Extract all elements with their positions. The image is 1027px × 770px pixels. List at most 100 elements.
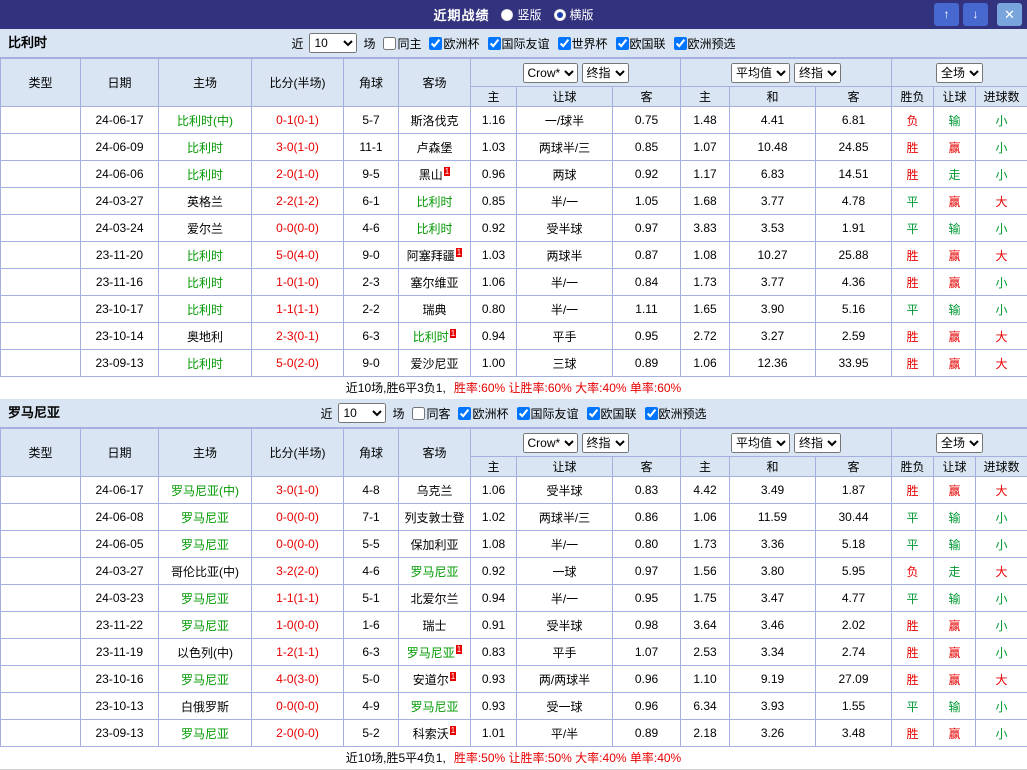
games-count-select[interactable]: 10 xyxy=(338,403,386,423)
home-team-link[interactable]: 罗马尼亚 xyxy=(181,538,229,552)
away-team-link[interactable]: 比利时 xyxy=(413,330,449,344)
match-type-cell[interactable]: 国际友谊 xyxy=(1,531,81,558)
layout-radio-horizontal[interactable]: 横版 xyxy=(554,6,594,23)
match-type-cell[interactable]: 国际友谊 xyxy=(1,134,81,161)
layout-radio-vertical[interactable]: 竖版 xyxy=(501,6,541,23)
home-team-link[interactable]: 以色列(中) xyxy=(177,646,233,660)
away-team-link[interactable]: 保加利亚 xyxy=(410,538,458,552)
bookmaker-select[interactable]: Crow* xyxy=(523,433,578,453)
score-link[interactable]: 3-0(1-0) xyxy=(276,140,319,154)
checkbox-world-cup[interactable] xyxy=(558,37,571,50)
home-team-link[interactable]: 比利时 xyxy=(187,141,223,155)
home-team-link[interactable]: 比利时 xyxy=(187,303,223,317)
home-team-link[interactable]: 奥地利 xyxy=(187,330,223,344)
filter-checkbox-euro-cup[interactable]: 欧洲杯 xyxy=(453,405,508,422)
away-team-link[interactable]: 瑞士 xyxy=(422,619,446,633)
match-type-cell[interactable]: 欧洲杯 xyxy=(1,720,81,747)
away-team-link[interactable]: 卢森堡 xyxy=(416,141,452,155)
away-team-link[interactable]: 塞尔维亚 xyxy=(410,276,458,290)
match-type-cell[interactable]: 欧洲杯 xyxy=(1,612,81,639)
scope-select[interactable]: 全场 xyxy=(936,433,983,453)
score-link[interactable]: 1-0(1-0) xyxy=(276,275,319,289)
score-link[interactable]: 0-0(0-0) xyxy=(276,537,319,551)
score-link[interactable]: 5-0(2-0) xyxy=(276,356,319,370)
checkbox-euro-qualifiers[interactable] xyxy=(674,37,687,50)
away-team-link[interactable]: 北爱尔兰 xyxy=(410,592,458,606)
match-type-cell[interactable]: 欧洲杯 xyxy=(1,242,81,269)
average-final-select[interactable]: 终指 xyxy=(794,63,841,83)
away-team-link[interactable]: 列支敦士登 xyxy=(404,511,464,525)
match-type-cell[interactable]: 国际友谊 xyxy=(1,585,81,612)
away-team-link[interactable]: 斯洛伐克 xyxy=(410,114,458,128)
checkbox-euro-qualifiers[interactable] xyxy=(645,407,658,420)
checkbox-nations-league[interactable] xyxy=(587,407,600,420)
score-link[interactable]: 1-2(1-1) xyxy=(276,645,319,659)
bookmaker-final-select[interactable]: 终指 xyxy=(582,63,629,83)
score-link[interactable]: 2-3(0-1) xyxy=(276,329,319,343)
bookmaker-final-select[interactable]: 终指 xyxy=(582,433,629,453)
home-team-link[interactable]: 罗马尼亚 xyxy=(181,592,229,606)
away-team-link[interactable]: 爱沙尼亚 xyxy=(410,357,458,371)
home-team-link[interactable]: 罗马尼亚 xyxy=(181,673,229,687)
home-team-link[interactable]: 罗马尼亚 xyxy=(181,511,229,525)
filter-checkbox-nations-league[interactable]: 欧国联 xyxy=(611,35,666,52)
score-link[interactable]: 0-1(0-1) xyxy=(276,113,319,127)
home-team-link[interactable]: 比利时(中) xyxy=(177,114,233,128)
average-select[interactable]: 平均值 xyxy=(731,63,790,83)
score-link[interactable]: 1-1(1-1) xyxy=(276,591,319,605)
match-type-cell[interactable]: 欧洲杯 xyxy=(1,323,81,350)
match-type-cell[interactable]: 国际友谊 xyxy=(1,504,81,531)
scope-select[interactable]: 全场 xyxy=(936,63,983,83)
match-type-cell[interactable]: 欧洲杯 xyxy=(1,693,81,720)
match-type-cell[interactable]: 国际友谊 xyxy=(1,188,81,215)
filter-checkbox-euro-cup[interactable]: 欧洲杯 xyxy=(424,35,479,52)
match-type-cell[interactable]: 国际友谊 xyxy=(1,161,81,188)
match-type-cell[interactable]: 欧洲杯 xyxy=(1,107,81,134)
home-team-link[interactable]: 比利时 xyxy=(187,249,223,263)
match-type-cell[interactable]: 欧洲杯 xyxy=(1,639,81,666)
match-type-cell[interactable]: 国际友谊 xyxy=(1,215,81,242)
away-team-link[interactable]: 科索沃 xyxy=(413,727,449,741)
home-team-link[interactable]: 英格兰 xyxy=(187,195,223,209)
home-team-link[interactable]: 比利时 xyxy=(187,357,223,371)
score-link[interactable]: 5-0(4-0) xyxy=(276,248,319,262)
away-team-link[interactable]: 瑞典 xyxy=(422,303,446,317)
match-type-cell[interactable]: 欧洲杯 xyxy=(1,477,81,504)
away-team-link[interactable]: 比利时 xyxy=(416,222,452,236)
score-link[interactable]: 0-0(0-0) xyxy=(276,699,319,713)
away-team-link[interactable]: 黑山 xyxy=(419,168,443,182)
checkbox-intl-friendly[interactable] xyxy=(517,407,530,420)
score-link[interactable]: 3-0(1-0) xyxy=(276,483,319,497)
score-link[interactable]: 4-0(3-0) xyxy=(276,672,319,686)
checkbox-euro-cup[interactable] xyxy=(429,37,442,50)
filter-checkbox-same-home[interactable]: 同主 xyxy=(378,35,421,52)
average-select[interactable]: 平均值 xyxy=(731,433,790,453)
away-team-link[interactable]: 罗马尼亚 xyxy=(407,646,455,660)
filter-checkbox-euro-qualifiers[interactable]: 欧洲预选 xyxy=(669,35,736,52)
away-team-link[interactable]: 乌克兰 xyxy=(416,484,452,498)
games-count-select[interactable]: 10 xyxy=(309,33,357,53)
away-team-link[interactable]: 罗马尼亚 xyxy=(410,565,458,579)
filter-checkbox-intl-friendly[interactable]: 国际友谊 xyxy=(512,405,579,422)
home-team-link[interactable]: 罗马尼亚(中) xyxy=(171,484,239,498)
checkbox-same-away[interactable] xyxy=(412,407,425,420)
filter-checkbox-nations-league[interactable]: 欧国联 xyxy=(582,405,637,422)
filter-checkbox-intl-friendly[interactable]: 国际友谊 xyxy=(483,35,550,52)
score-link[interactable]: 0-0(0-0) xyxy=(276,221,319,235)
match-type-cell[interactable]: 欧洲杯 xyxy=(1,296,81,323)
checkbox-nations-league[interactable] xyxy=(616,37,629,50)
away-team-link[interactable]: 安道尔 xyxy=(413,673,449,687)
home-team-link[interactable]: 白俄罗斯 xyxy=(181,700,229,714)
score-link[interactable]: 2-0(1-0) xyxy=(276,167,319,181)
average-final-select[interactable]: 终指 xyxy=(794,433,841,453)
away-team-link[interactable]: 比利时 xyxy=(416,195,452,209)
checkbox-intl-friendly[interactable] xyxy=(488,37,501,50)
score-link[interactable]: 2-2(1-2) xyxy=(276,194,319,208)
checkbox-same-home[interactable] xyxy=(383,37,396,50)
bookmaker-select[interactable]: Crow* xyxy=(523,63,578,83)
home-team-link[interactable]: 比利时 xyxy=(187,276,223,290)
score-link[interactable]: 3-2(2-0) xyxy=(276,564,319,578)
home-team-link[interactable]: 爱尔兰 xyxy=(187,222,223,236)
match-type-cell[interactable]: 国际友谊 xyxy=(1,558,81,585)
filter-checkbox-same-away[interactable]: 同客 xyxy=(407,405,450,422)
